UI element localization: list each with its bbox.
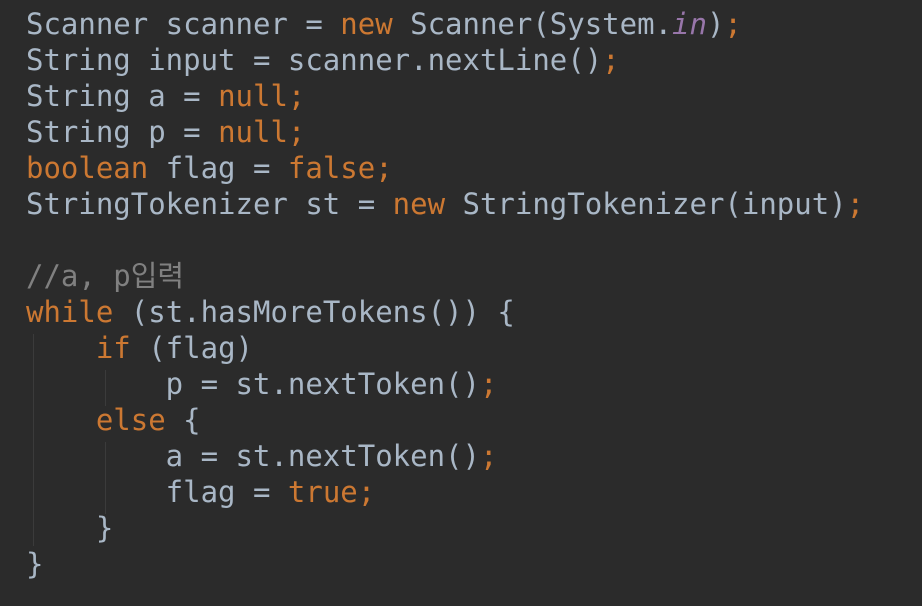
code-token: ; <box>479 367 498 401</box>
code-token: String p = <box>26 115 219 149</box>
code-token: (flag) <box>130 331 253 365</box>
code-token: if <box>95 331 131 365</box>
code-token: a = st.nextToken() <box>26 439 480 473</box>
code-token: flag = <box>26 475 288 509</box>
code-token: ; <box>724 7 742 41</box>
code-lines[interactable]: Scanner scanner = new Scanner(System.in)… <box>26 6 864 582</box>
code-line[interactable]: if (flag) <box>26 330 864 366</box>
code-token: false; <box>287 151 393 185</box>
code-token: (st.hasMoreTokens()) { <box>113 295 515 329</box>
code-token: StringTokenizer st = <box>26 187 393 221</box>
code-line[interactable]: Scanner scanner = new Scanner(System.in)… <box>26 6 864 42</box>
code-line[interactable]: flag = true; <box>26 474 864 510</box>
code-line[interactable]: p = st.nextToken(); <box>26 366 864 402</box>
code-line[interactable]: a = st.nextToken(); <box>26 438 864 474</box>
code-token: while <box>26 295 114 329</box>
code-token: } <box>26 511 114 545</box>
code-token: new <box>392 187 446 221</box>
code-token: StringTokenizer(input) <box>445 187 847 221</box>
code-token: boolean <box>26 151 149 185</box>
code-line[interactable]: String p = null; <box>26 114 864 150</box>
code-line[interactable]: boolean flag = false; <box>26 150 864 186</box>
code-token: null; <box>218 79 306 113</box>
code-line[interactable]: //a, p입력 <box>26 258 864 294</box>
code-line[interactable]: while (st.hasMoreTokens()) { <box>26 294 864 330</box>
code-line[interactable]: } <box>26 546 864 582</box>
code-line[interactable]: else { <box>26 402 864 438</box>
code-token: else <box>95 403 166 437</box>
code-token: true; <box>287 475 376 509</box>
code-token: ; <box>602 43 620 77</box>
code-token: new <box>340 7 393 41</box>
code-token: //a, p입력 <box>26 259 185 293</box>
code-token: } <box>26 547 44 581</box>
code-token: in <box>672 7 707 41</box>
code-line[interactable]: String a = null; <box>26 78 864 114</box>
code-token: flag = <box>148 151 288 185</box>
code-token: p = st.nextToken() <box>26 367 480 401</box>
code-line[interactable]: } <box>26 510 864 546</box>
code-line[interactable] <box>26 222 864 258</box>
code-token: { <box>165 403 201 437</box>
code-token: String input = scanner.nextLine() <box>26 43 603 77</box>
code-line[interactable]: StringTokenizer st = new StringTokenizer… <box>26 186 864 222</box>
code-line[interactable]: String input = scanner.nextLine(); <box>26 42 864 78</box>
code-token: Scanner(System. <box>392 7 673 41</box>
code-token: ; <box>846 187 865 221</box>
code-token: Scanner scanner = <box>26 7 341 41</box>
code-editor[interactable]: Scanner scanner = new Scanner(System.in)… <box>0 0 922 606</box>
code-token: ; <box>479 439 498 473</box>
code-token: String a = <box>26 79 219 113</box>
code-token: ) <box>706 7 725 41</box>
code-token: null; <box>218 115 306 149</box>
